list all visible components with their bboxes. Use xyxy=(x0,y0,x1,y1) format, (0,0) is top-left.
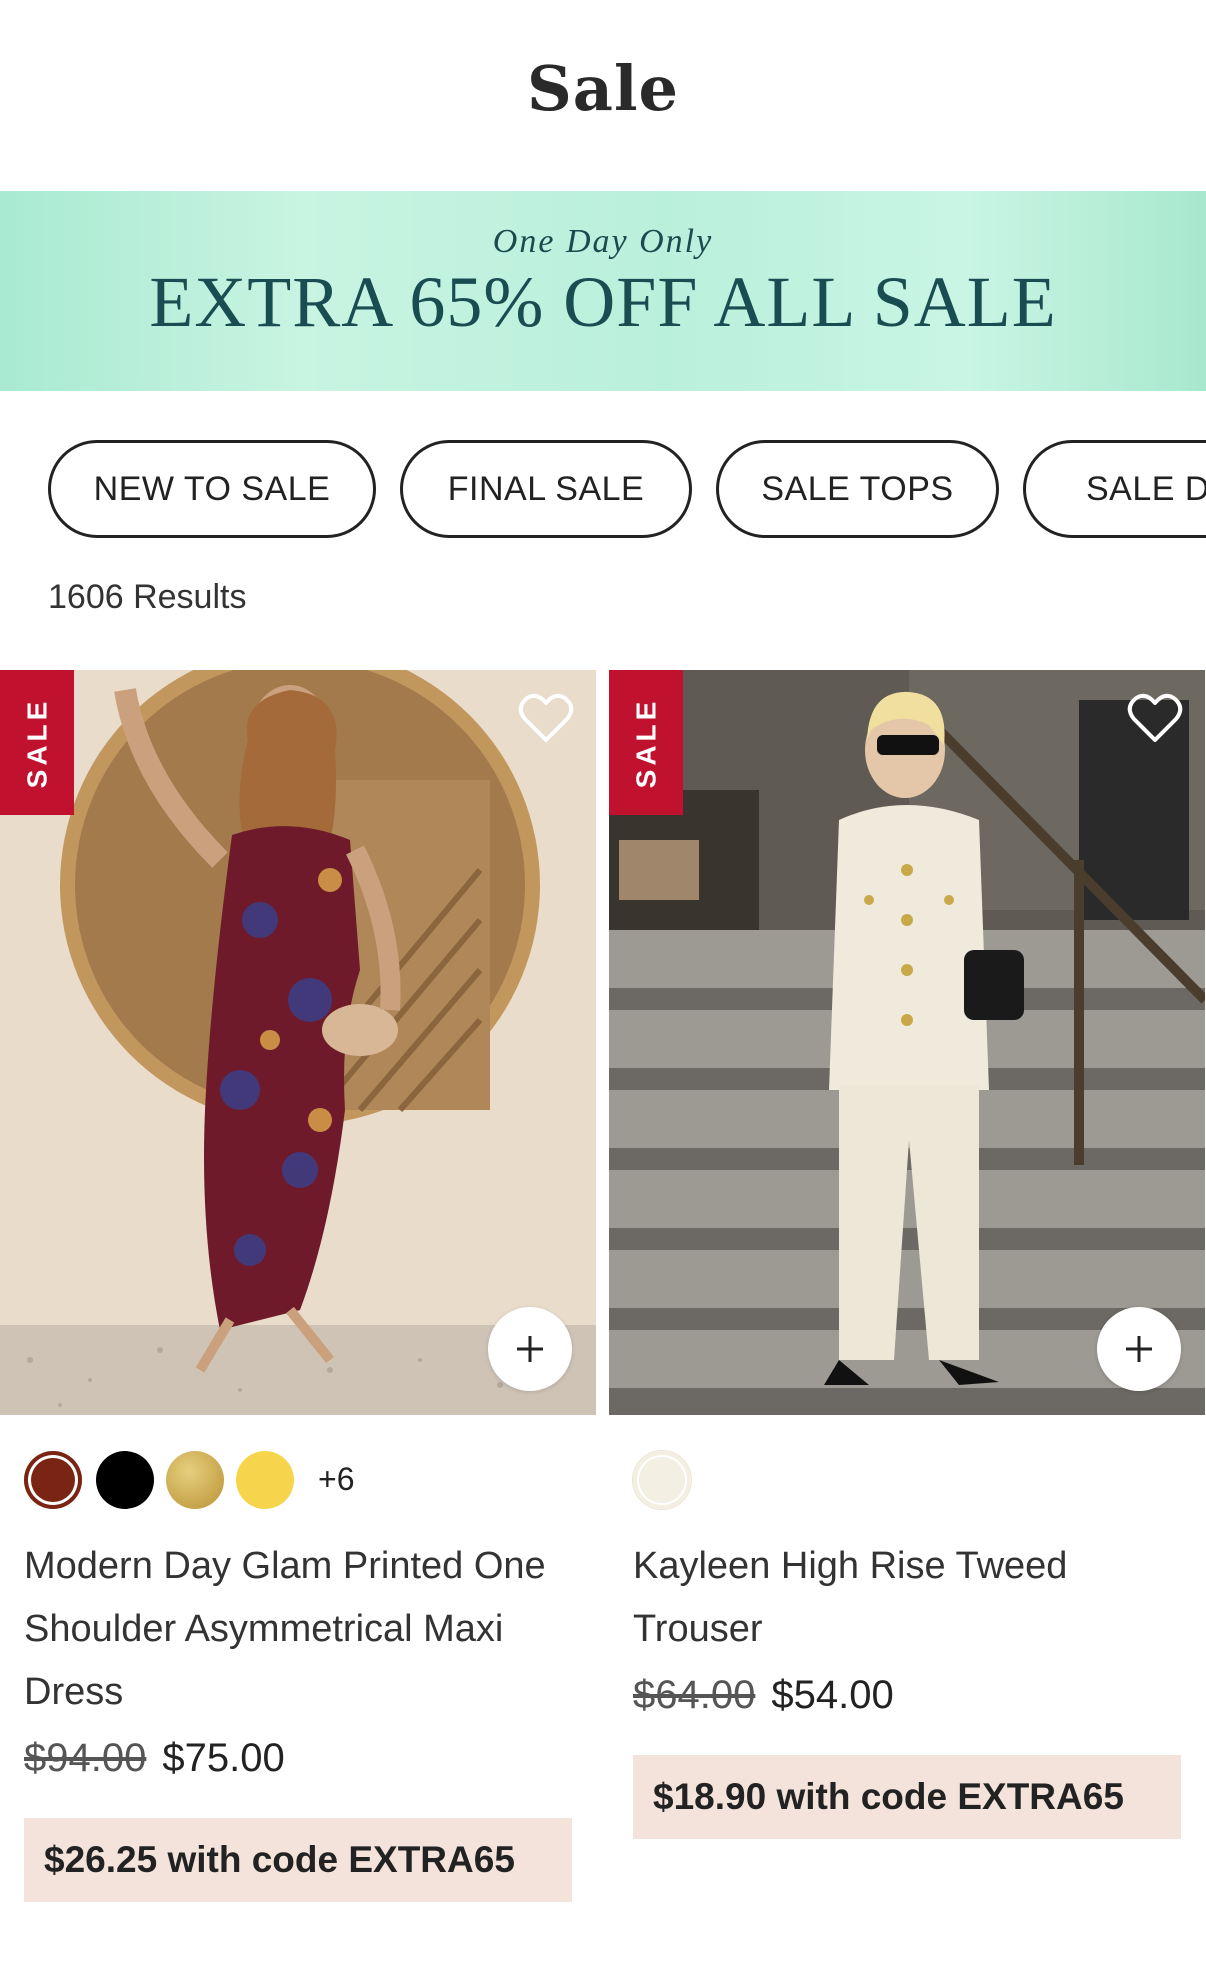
original-price: $64.00 xyxy=(633,1673,756,1717)
price-row: $64.00 $54.00 xyxy=(609,1673,1205,1733)
plus-icon xyxy=(517,1336,543,1362)
heart-icon[interactable] xyxy=(1127,692,1183,744)
product-name[interactable]: Modern Day Glam Printed One Shoulder Asy… xyxy=(0,1535,596,1724)
product-card[interactable]: SALE Kayleen High Rise Tweed Trouser $64… xyxy=(609,670,1205,1839)
promo-code-price: $18.90 with code EXTRA65 xyxy=(633,1755,1181,1839)
page-title: Sale xyxy=(527,52,679,125)
promo-kicker: One Day Only xyxy=(492,223,714,260)
category-chip-row[interactable]: NEW TO SALE FINAL SALE SALE TOPS SALE D xyxy=(0,440,1206,540)
chip-sale-dresses[interactable]: SALE D xyxy=(1023,440,1206,538)
model-photo-floral-maxi-dress-icon xyxy=(0,670,596,1415)
sale-price: $75.00 xyxy=(162,1736,285,1780)
heart-icon[interactable] xyxy=(518,692,574,744)
chip-final-sale[interactable]: FINAL SALE xyxy=(400,440,692,538)
chip-new-to-sale[interactable]: NEW TO SALE xyxy=(48,440,376,538)
results-count: 1606 Results xyxy=(48,578,247,616)
color-swatch-selected[interactable] xyxy=(633,1451,691,1509)
original-price: $94.00 xyxy=(24,1736,147,1780)
promo-banner[interactable]: One Day Only EXTRA 65% OFF ALL SALE xyxy=(0,191,1206,391)
chip-sale-tops[interactable]: SALE TOPS xyxy=(716,440,999,538)
color-swatches xyxy=(609,1451,1205,1513)
quick-add-button[interactable] xyxy=(488,1307,572,1391)
price-row: $94.00 $75.00 xyxy=(0,1736,596,1796)
promo-code-price: $26.25 with code EXTRA65 xyxy=(24,1818,572,1902)
quick-add-button[interactable] xyxy=(1097,1307,1181,1391)
color-swatch[interactable] xyxy=(166,1451,224,1509)
sale-badge: SALE xyxy=(609,670,683,815)
plus-icon xyxy=(1126,1336,1152,1362)
product-card[interactable]: SALE +6 Modern Day Glam Printed One Shou… xyxy=(0,670,596,1902)
sale-price: $54.00 xyxy=(771,1673,894,1717)
color-swatch[interactable] xyxy=(236,1451,294,1509)
more-colors-count[interactable]: +6 xyxy=(318,1461,354,1498)
product-image[interactable]: SALE xyxy=(0,670,596,1415)
promo-headline: EXTRA 65% OFF ALL SALE xyxy=(149,262,1057,342)
product-image[interactable]: SALE xyxy=(609,670,1205,1415)
sale-badge: SALE xyxy=(0,670,74,815)
color-swatches: +6 xyxy=(0,1451,596,1513)
model-photo-white-tweed-set-icon xyxy=(609,670,1205,1415)
sale-badge-label: SALE xyxy=(630,697,661,788)
sale-badge-label: SALE xyxy=(21,697,52,788)
color-swatch[interactable] xyxy=(96,1451,154,1509)
color-swatch-selected[interactable] xyxy=(24,1451,82,1509)
product-name[interactable]: Kayleen High Rise Tweed Trouser xyxy=(609,1535,1205,1661)
